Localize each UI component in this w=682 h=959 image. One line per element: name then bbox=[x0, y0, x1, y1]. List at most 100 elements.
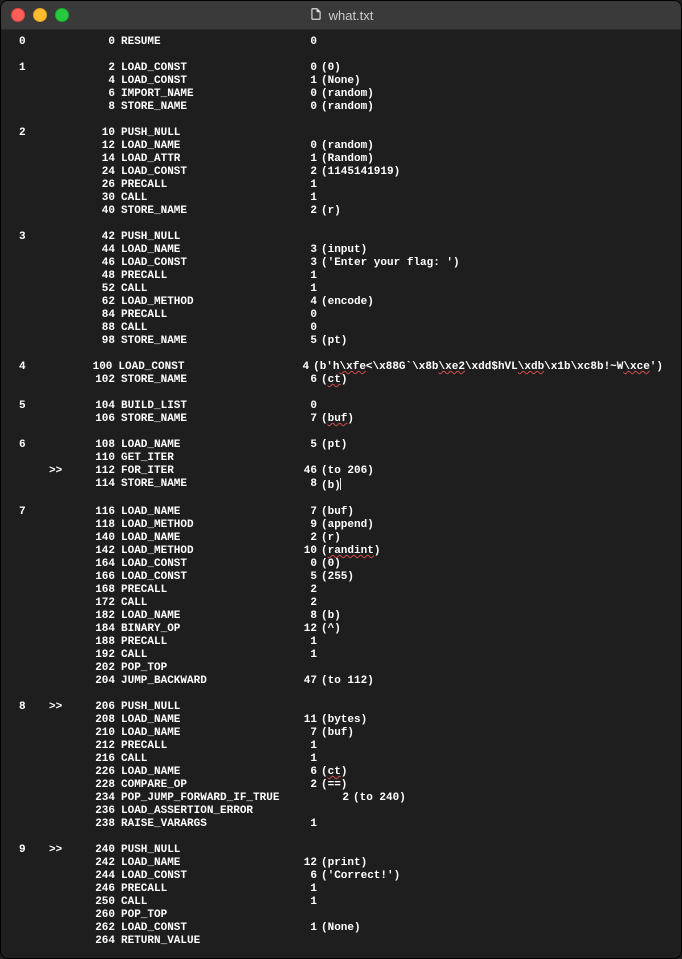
byte-offset: 40 bbox=[79, 205, 121, 218]
source-line-number bbox=[19, 766, 49, 779]
blank-line bbox=[1, 426, 681, 439]
disasm-line: 238RAISE_VARARGS1 bbox=[1, 818, 681, 831]
jump-marker bbox=[49, 231, 79, 244]
source-line-number: 8 bbox=[19, 701, 49, 714]
disasm-line: 208LOAD_NAME11(bytes) bbox=[1, 714, 681, 727]
oparg-resolved: (buf) bbox=[317, 727, 354, 740]
source-line-number bbox=[19, 623, 49, 636]
disassembly-content[interactable]: 00RESUME012LOAD_CONST0(0)4LOAD_CONST1(No… bbox=[1, 30, 681, 958]
jump-marker bbox=[49, 478, 79, 493]
byte-offset: 0 bbox=[79, 36, 121, 49]
jump-marker bbox=[49, 296, 79, 309]
byte-offset: 48 bbox=[79, 270, 121, 283]
disasm-line: 166LOAD_CONST5(255) bbox=[1, 571, 681, 584]
oparg: 1 bbox=[289, 270, 317, 283]
jump-marker: >> bbox=[49, 465, 79, 478]
opcode: STORE_NAME bbox=[121, 413, 289, 426]
opcode: LOAD_CONST bbox=[121, 571, 289, 584]
source-line-number: 9 bbox=[19, 844, 49, 857]
source-line-number bbox=[19, 896, 49, 909]
jump-marker bbox=[49, 792, 79, 805]
oparg-resolved: (0) bbox=[317, 558, 341, 571]
oparg-resolved bbox=[317, 179, 321, 192]
disasm-line: 228COMPARE_OP2(==) bbox=[1, 779, 681, 792]
oparg-resolved bbox=[317, 192, 321, 205]
byte-offset: 8 bbox=[79, 101, 121, 114]
minimize-button[interactable] bbox=[33, 8, 47, 22]
oparg-resolved: (1145141919) bbox=[317, 166, 400, 179]
jump-marker bbox=[49, 805, 79, 818]
jump-marker bbox=[49, 727, 79, 740]
jump-marker bbox=[49, 740, 79, 753]
close-button[interactable] bbox=[11, 8, 25, 22]
oparg-resolved bbox=[317, 662, 321, 675]
oparg: 0 bbox=[289, 36, 317, 49]
oparg-resolved bbox=[317, 740, 321, 753]
oparg-resolved bbox=[317, 896, 321, 909]
oparg-resolved bbox=[317, 127, 321, 140]
oparg bbox=[289, 844, 317, 857]
disasm-line: 202POP_TOP bbox=[1, 662, 681, 675]
byte-offset: 236 bbox=[79, 805, 121, 818]
source-line-number bbox=[19, 257, 49, 270]
opcode: STORE_NAME bbox=[121, 205, 289, 218]
blank-line bbox=[1, 493, 681, 506]
opcode: CALL bbox=[121, 896, 289, 909]
source-line-number bbox=[19, 101, 49, 114]
opcode: LOAD_CONST bbox=[121, 257, 289, 270]
oparg: 0 bbox=[289, 101, 317, 114]
disasm-line: 40STORE_NAME2(r) bbox=[1, 205, 681, 218]
oparg-resolved bbox=[317, 805, 321, 818]
jump-marker bbox=[49, 257, 79, 270]
byte-offset: 98 bbox=[79, 335, 121, 348]
blank-line bbox=[1, 688, 681, 701]
jump-marker bbox=[49, 779, 79, 792]
oparg: 8 bbox=[289, 478, 317, 493]
opcode: STORE_NAME bbox=[121, 335, 289, 348]
oparg-resolved: (to 206) bbox=[317, 465, 374, 478]
source-line-number bbox=[19, 413, 49, 426]
oparg-resolved bbox=[317, 400, 321, 413]
opcode: LOAD_NAME bbox=[121, 857, 289, 870]
oparg bbox=[289, 231, 317, 244]
oparg-resolved: (random) bbox=[317, 88, 374, 101]
oparg-resolved bbox=[317, 649, 321, 662]
opcode: PRECALL bbox=[121, 179, 289, 192]
jump-marker: >> bbox=[49, 701, 79, 714]
oparg-resolved bbox=[317, 231, 321, 244]
source-line-number bbox=[19, 779, 49, 792]
jump-marker bbox=[49, 75, 79, 88]
disasm-line: 46LOAD_CONST3('Enter your flag: ') bbox=[1, 257, 681, 270]
jump-marker bbox=[49, 675, 79, 688]
oparg: 1 bbox=[289, 636, 317, 649]
opcode: LOAD_CONST bbox=[121, 870, 289, 883]
disasm-line: 184BINARY_OP12(^) bbox=[1, 623, 681, 636]
source-line-number bbox=[19, 792, 49, 805]
disasm-line: 250CALL1 bbox=[1, 896, 681, 909]
source-line-number bbox=[19, 532, 49, 545]
opcode: LOAD_METHOD bbox=[121, 519, 289, 532]
oparg: 1 bbox=[289, 818, 317, 831]
byte-offset: 246 bbox=[79, 883, 121, 896]
disasm-line: 226LOAD_NAME6(ct) bbox=[1, 766, 681, 779]
oparg-resolved: ('Enter your flag: ') bbox=[317, 257, 460, 270]
disasm-line: 216CALL1 bbox=[1, 753, 681, 766]
oparg bbox=[289, 701, 317, 714]
byte-offset: 204 bbox=[79, 675, 121, 688]
file-title: what.txt bbox=[11, 7, 671, 24]
jump-marker bbox=[49, 400, 79, 413]
byte-offset: 44 bbox=[79, 244, 121, 257]
jump-marker bbox=[49, 519, 79, 532]
source-line-number bbox=[19, 283, 49, 296]
oparg: 0 bbox=[289, 309, 317, 322]
disasm-line: 188PRECALL1 bbox=[1, 636, 681, 649]
disasm-line: 210LOAD_NAME7(buf) bbox=[1, 727, 681, 740]
oparg: 2 bbox=[289, 779, 317, 792]
byte-offset: 102 bbox=[79, 374, 121, 387]
source-line-number bbox=[19, 166, 49, 179]
disasm-line: 7116LOAD_NAME7(buf) bbox=[1, 506, 681, 519]
jump-marker bbox=[49, 571, 79, 584]
byte-offset: 52 bbox=[79, 283, 121, 296]
zoom-button[interactable] bbox=[55, 8, 69, 22]
source-line-number bbox=[19, 192, 49, 205]
